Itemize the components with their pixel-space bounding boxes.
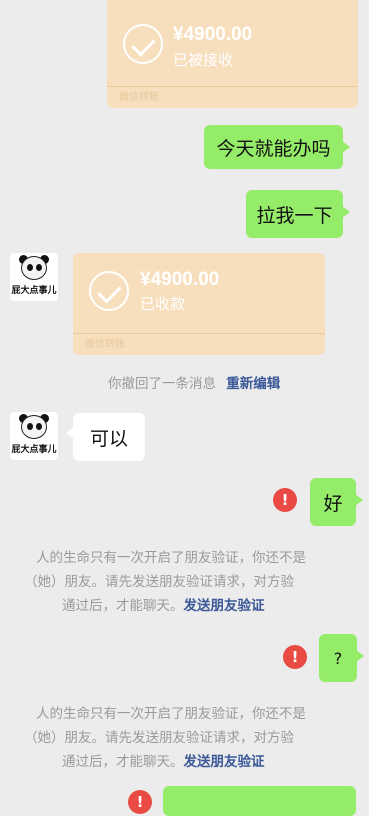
message-bubble-sent[interactable]: 今天就能办吗: [204, 125, 350, 169]
notice-line: 人的生命只有一次开启了朋友验证，你还不是: [36, 706, 306, 722]
avatar[interactable]: 屁大点事儿: [10, 253, 58, 301]
message-text: 可以: [89, 427, 128, 450]
send-verification-link[interactable]: 发送朋友验证: [184, 754, 265, 770]
message-text: 拉我一下: [256, 204, 333, 227]
message-bubble-sent[interactable]: 拉我一下: [246, 190, 350, 238]
send-failed-icon[interactable]: !: [273, 488, 297, 512]
transfer-footer: 微信转账: [73, 333, 325, 355]
transfer-card-sent[interactable]: ¥4900.00 已被接收 微信转账: [107, 0, 358, 108]
transfer-amount: ¥4900.00: [173, 24, 253, 45]
recall-text: 你撤回了一条消息: [108, 376, 216, 392]
transfer-status: 已收款: [140, 295, 186, 313]
transfer-footer: 微信转账: [107, 86, 358, 108]
panda-eye-icon: [27, 264, 33, 271]
message-bubble-received[interactable]: 可以: [66, 413, 145, 461]
send-verification-link[interactable]: 发送朋友验证: [184, 598, 265, 614]
panda-icon: [21, 415, 47, 439]
re-edit-link[interactable]: 重新编辑: [226, 376, 280, 392]
notice-line: 人的生命只有一次开启了朋友验证，你还不是: [36, 550, 306, 566]
send-failed-icon[interactable]: !: [128, 790, 152, 814]
send-failed-icon[interactable]: !: [283, 645, 307, 669]
notice-line: 通过后，才能聊天。发送朋友验证: [62, 750, 265, 770]
avatar[interactable]: 屁大点事儿: [10, 412, 58, 460]
panda-icon: [21, 256, 47, 280]
message-bubble-sent[interactable]: ?: [319, 634, 364, 682]
avatar-label: 屁大点事儿: [11, 445, 57, 455]
recall-notice: 你撤回了一条消息 重新编辑: [108, 372, 280, 392]
panda-eye-icon: [27, 423, 33, 430]
transfer-card-received[interactable]: ¥4900.00 已收款 微信转账: [73, 253, 325, 355]
message-text: ?: [333, 648, 343, 668]
notice-line: （她）朋友。请先发送朋友验证请求，对方验: [24, 574, 294, 590]
transfer-amount: ¥4900.00: [140, 269, 220, 290]
message-bubble-sent-partial[interactable]: [163, 786, 356, 816]
check-circle-icon: [123, 24, 163, 64]
notice-text: 通过后，才能聊天。: [62, 754, 184, 770]
transfer-status: 已被接收: [173, 51, 234, 69]
message-text: 今天就能办吗: [216, 137, 331, 160]
panda-eye-icon: [36, 423, 42, 430]
notice-line: （她）朋友。请先发送朋友验证请求，对方验: [24, 730, 294, 746]
message-text: 好: [323, 492, 343, 515]
notice-text: 通过后，才能聊天。: [62, 598, 184, 614]
avatar-label: 屁大点事儿: [11, 286, 57, 296]
check-circle-icon: [89, 271, 129, 311]
message-bubble-sent[interactable]: 好: [310, 478, 363, 526]
panda-eye-icon: [36, 264, 42, 271]
notice-line: 通过后，才能聊天。发送朋友验证: [62, 594, 265, 614]
